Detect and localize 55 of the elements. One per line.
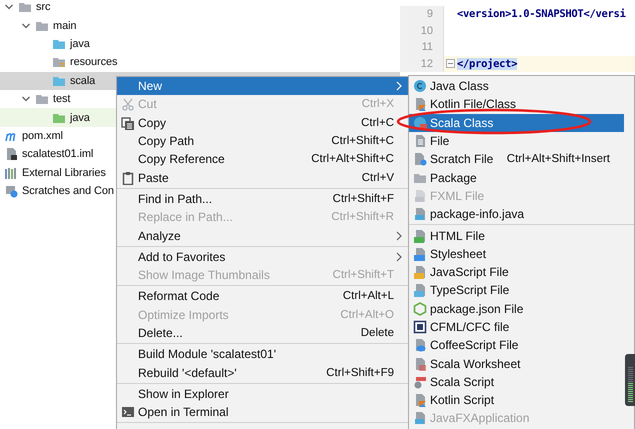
- shortcut-text: Ctrl+Alt+Shift+Insert: [506, 153, 610, 166]
- menu-item-label: Replace in Path...: [138, 210, 234, 224]
- menu-item-label: Cut: [138, 97, 158, 112]
- menu-item-label: Find in Path...: [138, 192, 214, 206]
- menu-item-label: Scratch File: [430, 152, 494, 166]
- shortcut-text: Delete: [360, 327, 394, 339]
- menu-item-label: package.json File: [430, 302, 524, 316]
- shortcut-text: Ctrl+V: [362, 172, 394, 184]
- code-line: <version>1.0-SNAPSHOT</versi: [457, 8, 626, 20]
- menu-item-label: Copy Reference: [138, 152, 226, 166]
- menu-item-label: Java Class: [430, 79, 490, 94]
- shortcut-text: Ctrl+Shift+F9: [326, 366, 394, 379]
- menu-item-label: TypeScript File: [430, 283, 510, 298]
- line-number: 9: [400, 6, 444, 22]
- menu-item-label: JavaScript File: [430, 265, 510, 280]
- menu-item-label: Stylesheet: [430, 246, 488, 261]
- menu-item-label: Build Module 'scalatest01': [138, 347, 277, 362]
- menu-item-label: Copy Path: [138, 134, 196, 148]
- menu-item-label: Paste: [138, 170, 170, 185]
- menu-item-label: Scala Worksheet: [430, 356, 522, 371]
- line-number: 11: [400, 39, 444, 56]
- menu-item-label: Kotlin File/Class: [430, 97, 518, 112]
- menu-item-label: package-info.java: [430, 207, 526, 222]
- shortcut-text: Ctrl+C: [361, 116, 394, 129]
- menu-item-label: Add to Favorites: [138, 250, 226, 264]
- menu-item-label: New: [138, 79, 164, 94]
- menu-item-label: Show Image Thumbnails: [138, 268, 271, 282]
- shortcut-text: Ctrl+Shift+T: [332, 269, 394, 282]
- menu-item-label: Reformat Code: [138, 289, 220, 304]
- menu-item-label: HTML File: [430, 228, 486, 243]
- menu-item-label: JavaFXApplication: [430, 411, 530, 426]
- menu-item-label: Analyze: [138, 228, 182, 243]
- line-number: 12: [400, 56, 444, 72]
- menu-item-label: CoffeeScript File: [430, 338, 520, 352]
- shortcut-text: Ctrl+X: [362, 98, 394, 110]
- shortcut-text: Ctrl+Alt+Shift+C: [311, 153, 394, 166]
- menu-item-label: CFML/CFC file: [430, 320, 510, 334]
- menu-item-label: Scala Script: [430, 374, 496, 389]
- menu-item-label: Copy: [138, 116, 168, 130]
- menu-item-label: Rebuild '<default>': [138, 366, 238, 380]
- menu-item-label: Optimize Imports: [138, 308, 230, 322]
- menu-item-label: Show in Explorer: [138, 386, 230, 401]
- shortcut-text: Ctrl+Shift+F: [332, 192, 394, 205]
- menu-item-label: Kotlin Script: [430, 393, 496, 408]
- line-number: 10: [400, 22, 444, 39]
- menu-item-label: File: [430, 134, 450, 148]
- menu-item-label: Package: [430, 170, 478, 185]
- shortcut-text: Ctrl+Shift+C: [331, 135, 394, 148]
- shortcut-text: Ctrl+Alt+L: [342, 290, 394, 302]
- menu-item-label: Scala Class: [430, 116, 494, 130]
- menu-item-label: Delete...: [138, 326, 184, 340]
- shortcut-text: Ctrl+Shift+R: [331, 211, 394, 224]
- shortcut-text: Ctrl+Alt+O: [340, 308, 394, 321]
- menu-item-label: Open in Terminal: [138, 405, 230, 420]
- menu-item-label: FXML File: [430, 188, 486, 203]
